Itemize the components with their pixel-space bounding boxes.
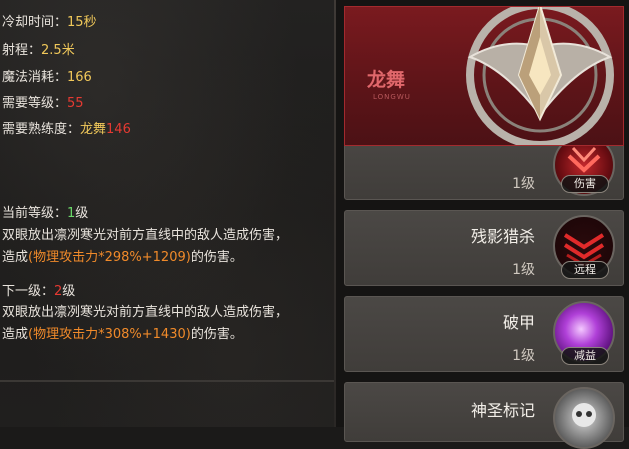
range-value: 2.5米 <box>41 43 75 58</box>
range-label: 射程： <box>2 43 42 58</box>
skill-name: 神圣标记 <box>470 401 535 420</box>
next-effect-formula: (物理攻击力*308%+1430) <box>28 327 191 342</box>
next-effect-prefix: 造成 <box>2 327 29 342</box>
req-level-value: 55 <box>67 96 84 111</box>
next-effect: 造成(物理攻击力*308%+1430)的伤害。 <box>2 327 243 343</box>
cooldown-row: 冷却时间：15秒 <box>2 15 97 31</box>
req-level-label: 需要等级： <box>2 96 68 111</box>
current-effect-prefix: 造成 <box>2 250 29 265</box>
req-skill-label: 需要熟练度： <box>2 122 81 137</box>
current-effect: 造成(物理攻击力*298%+1209)的伤害。 <box>2 250 243 266</box>
skill-card-armor-break[interactable]: 破甲 1级 减益 <box>344 296 624 372</box>
next-level-unit: 级 <box>62 284 76 299</box>
skill-level: 1级 <box>512 262 535 278</box>
mana-label: 魔法消耗： <box>2 70 68 85</box>
next-effect-suffix: 的伤害。 <box>190 327 243 342</box>
req-skill-row: 需要熟练度：龙舞146 <box>2 122 131 138</box>
cooldown-value: 15秒 <box>67 15 97 30</box>
current-level-unit: 级 <box>75 206 89 221</box>
current-desc: 双眼放出凛冽寒光对前方直线中的敌人造成伤害， <box>2 228 289 243</box>
skill-level: 1级 <box>512 348 535 364</box>
next-level-row: 下一级：2级 <box>2 284 75 300</box>
req-skill-value: 146 <box>106 122 131 137</box>
star-emblem-icon <box>445 7 623 145</box>
selected-skill-header[interactable]: 龙舞 LONGWU <box>344 6 624 146</box>
cooldown-label: 冷却时间： <box>2 15 68 30</box>
req-level-row: 需要等级：55 <box>2 96 84 112</box>
skill-name: 破甲 <box>502 313 535 332</box>
skill-tag: 减益 <box>561 347 609 365</box>
skill-detail-panel: 冷却时间：15秒 射程：2.5米 魔法消耗：166 需要等级：55 需要熟练度：… <box>0 0 334 427</box>
next-level-label: 下一级： <box>2 284 55 299</box>
req-skill-name: 龙舞 <box>80 122 107 137</box>
divider <box>0 380 334 382</box>
skill-tag: 远程 <box>561 261 609 279</box>
current-effect-formula: (物理攻击力*298%+1209) <box>28 250 191 265</box>
current-level-label: 当前等级： <box>2 206 68 221</box>
range-row: 射程：2.5米 <box>2 43 75 59</box>
skill-name: 残影猎杀 <box>470 227 535 246</box>
current-effect-suffix: 的伤害。 <box>190 250 243 265</box>
skill-card-shadow-hunt[interactable]: 残影猎杀 1级 远程 <box>344 210 624 286</box>
skill-card-holy-mark[interactable]: 神圣标记 <box>344 382 624 449</box>
selected-skill-subtitle: LONGWU <box>373 93 411 101</box>
skill-level: 1级 <box>512 176 535 192</box>
skill-tag: 伤害 <box>561 175 609 193</box>
mana-row: 魔法消耗：166 <box>2 70 92 86</box>
next-desc: 双眼放出凛冽寒光对前方直线中的敌人造成伤害， <box>2 305 289 320</box>
current-level-row: 当前等级：1级 <box>2 206 88 222</box>
selected-skill-name: 龙舞 <box>367 69 406 91</box>
mana-value: 166 <box>67 70 92 85</box>
skull-icon <box>553 387 615 449</box>
